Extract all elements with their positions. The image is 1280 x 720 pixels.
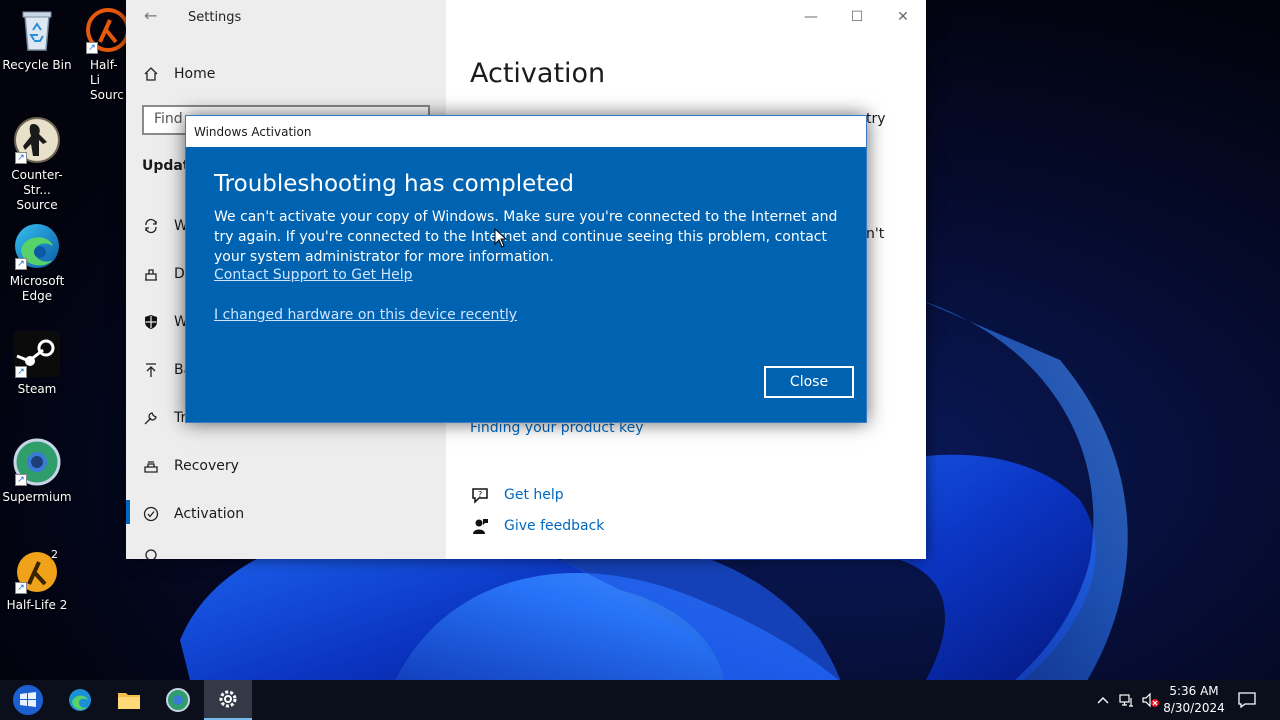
sidebar-item-recovery[interactable]: Recovery <box>142 454 239 478</box>
edge-browser-icon <box>69 689 91 711</box>
shortcut-arrow-icon: ↗ <box>15 366 27 378</box>
sidebar-item-label: Activation <box>174 506 245 522</box>
dialog-message: We can't activate your copy of Windows. … <box>214 209 838 265</box>
start-button[interactable] <box>4 680 52 720</box>
desktop-icon-half-life-2[interactable]: 2 ↗ Half-Life 2 <box>0 546 74 613</box>
find-device-icon <box>142 548 160 559</box>
sidebar-item-label: Recovery <box>174 458 239 474</box>
dialog-title: Windows Activation <box>194 125 312 139</box>
volume-muted-icon[interactable] <box>1141 690 1161 710</box>
sidebar-item-partial[interactable] <box>142 548 174 559</box>
shortcut-arrow-icon: ↗ <box>15 474 27 486</box>
supermium-browser-icon <box>166 688 190 712</box>
steam-icon: ↗ <box>13 330 61 378</box>
maximize-icon[interactable]: ☐ <box>842 6 872 28</box>
shield-icon <box>142 313 160 331</box>
desktop-icon-half-life-source[interactable]: ↗ Half-Li Sourc <box>72 6 126 103</box>
recovery-icon <box>142 457 160 475</box>
clock-date: 8/30/2024 <box>1163 701 1225 715</box>
delivery-icon <box>142 265 160 283</box>
shortcut-arrow-icon: ↗ <box>15 258 27 270</box>
sidebar-item-home[interactable]: Home <box>142 62 215 86</box>
chevron-up-icon[interactable] <box>1093 690 1113 710</box>
desktop-icon-label: Recycle Bin <box>2 58 72 72</box>
page-title: Activation <box>470 58 606 89</box>
desktop-icon-label: Half-Life 2 <box>6 598 68 612</box>
desktop-icon-counter-strike-source[interactable]: ↗ Counter-Str... Source <box>0 116 74 213</box>
changed-hardware-link[interactable]: I changed hardware on this device recent… <box>214 307 517 323</box>
desktop-icon-recycle-bin[interactable]: Recycle Bin <box>0 6 74 73</box>
partial-text: n't <box>866 226 885 242</box>
close-button[interactable]: Close <box>764 366 854 398</box>
sidebar-item-windows-security[interactable]: W <box>142 310 188 334</box>
mouse-cursor-icon <box>494 228 508 248</box>
check-circle-icon <box>142 505 160 523</box>
svg-text:?: ? <box>478 490 482 499</box>
half-life-2-icon: 2 ↗ <box>13 546 61 594</box>
give-feedback-label: Give feedback <box>504 518 605 534</box>
desktop-icon-label: Steam <box>17 382 57 396</box>
sidebar-item-label: Home <box>174 66 216 82</box>
wrench-icon <box>142 409 160 427</box>
windows-activation-dialog: Windows Activation Troubleshooting has c… <box>185 115 867 423</box>
half-life-logo-icon: ↗ <box>84 6 126 54</box>
minimize-icon[interactable]: — <box>796 6 826 28</box>
svg-text:2: 2 <box>51 548 58 561</box>
sidebar-item-windows-update[interactable]: W <box>142 214 188 238</box>
sync-icon <box>142 217 160 235</box>
window-title: Settings <box>188 10 242 25</box>
give-feedback-link[interactable]: Give feedback <box>470 516 604 536</box>
home-icon <box>142 65 160 83</box>
feedback-person-icon <box>470 516 490 536</box>
get-help-label: Get help <box>504 487 564 503</box>
backup-arrow-icon <box>142 361 160 379</box>
shortcut-arrow-icon: ↗ <box>86 42 98 54</box>
notification-center-icon[interactable] <box>1237 690 1257 710</box>
active-indicator <box>126 500 130 524</box>
taskbar-edge[interactable] <box>56 680 104 720</box>
find-placeholder: Find <box>154 111 183 127</box>
shortcut-arrow-icon: ↗ <box>15 152 27 164</box>
counter-strike-icon: ↗ <box>13 116 61 164</box>
help-chat-icon: ? <box>470 485 490 505</box>
edge-browser-icon: ↗ <box>13 222 61 270</box>
recycle-bin-icon <box>13 6 61 54</box>
taskbar-clock[interactable]: 5:36 AM 8/30/2024 <box>1162 683 1226 717</box>
shortcut-arrow-icon: ↗ <box>15 582 27 594</box>
desktop-icon-label: Microsoft Edge <box>9 274 65 303</box>
partial-text: try <box>866 111 886 127</box>
taskbar: 5:36 AM 8/30/2024 <box>0 680 1280 720</box>
desktop-icon-steam[interactable]: ↗ Steam <box>0 330 74 397</box>
supermium-browser-icon: ↗ <box>13 438 61 486</box>
close-window-icon[interactable]: ✕ <box>888 6 918 28</box>
desktop-icon-label: Half-Li Sourc <box>90 58 124 102</box>
dialog-heading: Troubleshooting has completed <box>214 171 575 197</box>
taskbar-supermium[interactable] <box>154 680 202 720</box>
desktop-icon-microsoft-edge[interactable]: ↗ Microsoft Edge <box>0 222 74 304</box>
folder-icon <box>118 693 140 709</box>
sidebar-item-activation[interactable]: Activation <box>142 502 244 526</box>
taskbar-file-explorer[interactable] <box>105 680 153 720</box>
network-icon[interactable] <box>1117 690 1137 710</box>
taskbar-settings[interactable] <box>204 680 252 720</box>
windows-logo-icon <box>13 685 43 715</box>
back-arrow-icon[interactable]: ← <box>144 8 160 24</box>
clock-time: 5:36 AM <box>1169 684 1219 698</box>
desktop-icon-label: Counter-Str... Source <box>11 168 63 212</box>
dialog-titlebar: Windows Activation <box>186 116 866 147</box>
gear-icon <box>219 690 237 708</box>
contact-support-link[interactable]: Contact Support to Get Help <box>214 267 413 283</box>
get-help-link[interactable]: ? Get help <box>470 485 564 505</box>
desktop-icon-supermium[interactable]: ↗ Supermium <box>0 438 74 505</box>
desktop-icon-label: Supermium <box>2 490 72 504</box>
